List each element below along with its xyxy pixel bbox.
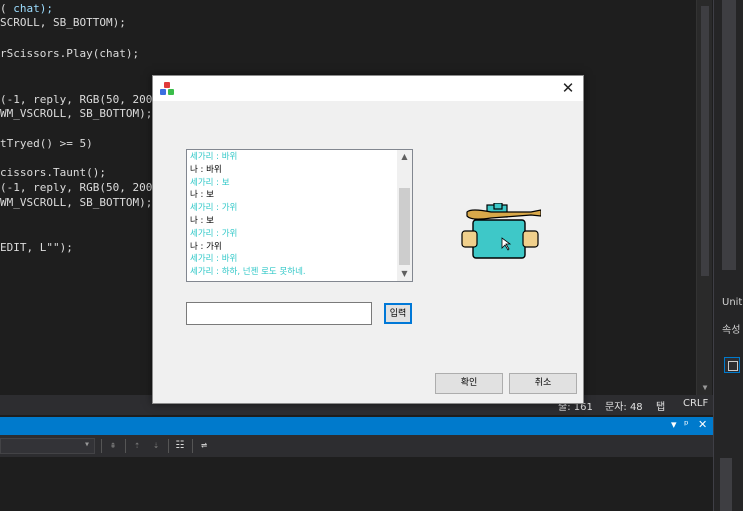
status-chars: 문자: 48 bbox=[605, 402, 643, 413]
code-line: SCROLL, SB_BOTTOM); bbox=[0, 16, 126, 29]
toolbar-separator bbox=[192, 439, 193, 453]
chat-line: 나 : 가위 bbox=[190, 241, 222, 252]
toolbar-separator bbox=[168, 439, 169, 453]
ok-button[interactable]: 확인 bbox=[435, 373, 503, 394]
find-icon[interactable]: ⇞ bbox=[107, 440, 119, 452]
chat-line: 세가리 : 가위 bbox=[190, 228, 238, 239]
output-source-combo[interactable] bbox=[0, 438, 95, 454]
panel-lower-scroll-thumb[interactable] bbox=[720, 458, 732, 511]
chat-line: 세가리 : 하하, 넌젠 로도 못하네. bbox=[190, 267, 306, 278]
output-pane-header: ▾ ᵖ ✕ bbox=[0, 417, 713, 435]
toolbar-separator bbox=[101, 439, 102, 453]
dropdown-icon[interactable]: ▾ bbox=[671, 418, 677, 431]
chat-line: 세가리 : 바위 bbox=[190, 152, 238, 162]
status-tab: 탭 bbox=[656, 402, 666, 413]
chat-scroll-thumb[interactable] bbox=[399, 188, 410, 265]
chat-line: 세가리 : 가위 bbox=[190, 203, 238, 214]
code-line: WM_VSCROLL, SB_BOTTOM); bbox=[0, 107, 153, 120]
next-message-icon[interactable]: ⇣ bbox=[150, 440, 162, 452]
cancel-button[interactable]: 취소 bbox=[509, 373, 577, 394]
chat-line: 세가리 : 보 bbox=[190, 177, 230, 188]
code-line: EDIT, L""); bbox=[0, 241, 73, 254]
right-side-panel: Unit 속성 bbox=[713, 0, 743, 511]
chat-items: 세가리 : 바위 나 : 바위 세가리 : 보나 : 보 세가리 : 가위 나 : 보세… bbox=[188, 151, 398, 279]
rps-chat-dialog: ✕ 세가리 : 바위 나 : 바위 세가리 : 보나 : 보 세가리 : 가위 나 : … bbox=[152, 75, 584, 404]
code-line: tTryed() >= 5) bbox=[0, 137, 93, 150]
prev-message-icon[interactable]: ⇡ bbox=[131, 440, 143, 452]
robot-bat-picture bbox=[461, 203, 541, 259]
code-line: (-1, reply, RGB(50, 200, 2 bbox=[0, 181, 173, 194]
code-line: (-1, reply, RGB(50, 200, 2 bbox=[0, 93, 173, 106]
scroll-down-icon[interactable]: ▼ bbox=[397, 267, 412, 281]
code-line: rScissors.Play(chat); bbox=[0, 47, 140, 60]
tab-properties[interactable]: 속성 bbox=[722, 321, 740, 336]
scroll-down-icon[interactable]: ▼ bbox=[700, 383, 710, 393]
app-icon bbox=[160, 82, 174, 95]
close-button[interactable]: ✕ bbox=[553, 76, 583, 101]
editor-scrollbar[interactable]: ▼ bbox=[696, 0, 712, 395]
chat-line: 나 : 바위 bbox=[190, 164, 222, 175]
chat-scrollbar[interactable]: ▲ ▼ bbox=[397, 150, 412, 281]
output-pane[interactable] bbox=[0, 457, 713, 511]
scroll-up-icon[interactable]: ▲ bbox=[397, 150, 412, 164]
word-wrap-icon[interactable]: ⇌ bbox=[198, 440, 210, 452]
status-eol: CRLF bbox=[683, 398, 709, 409]
code-line: cissors.Taunt(); bbox=[0, 166, 106, 179]
code-line: WM_VSCROLL, SB_BOTTOM); bbox=[0, 196, 153, 209]
chat-line: 나 : 보 bbox=[190, 190, 214, 201]
send-button[interactable]: 입력 bbox=[384, 303, 412, 324]
chat-input[interactable] bbox=[186, 302, 372, 325]
chat-line: 세가리 : 바위 bbox=[190, 254, 238, 265]
output-toolbar: ⇞ ⇡ ⇣ ☷ ⇌ bbox=[0, 435, 713, 457]
property-grid-icon[interactable] bbox=[724, 357, 740, 373]
editor-scroll-thumb[interactable] bbox=[701, 6, 709, 276]
panel-scroll-thumb[interactable] bbox=[722, 0, 736, 270]
dialog-titlebar[interactable]: ✕ bbox=[153, 76, 583, 101]
chat-line: 나 : 보 bbox=[190, 215, 214, 226]
pin-icon[interactable]: ᵖ bbox=[684, 418, 689, 431]
clear-all-icon[interactable]: ☷ bbox=[174, 440, 186, 452]
close-icon[interactable]: ✕ bbox=[698, 418, 707, 431]
tab-unit[interactable]: Unit bbox=[722, 297, 742, 308]
code-line: ( chat); bbox=[0, 2, 53, 15]
chat-log-list[interactable]: 세가리 : 바위 나 : 바위 세가리 : 보나 : 보 세가리 : 가위 나 : 보세… bbox=[186, 149, 413, 282]
toolbar-separator bbox=[125, 439, 126, 453]
